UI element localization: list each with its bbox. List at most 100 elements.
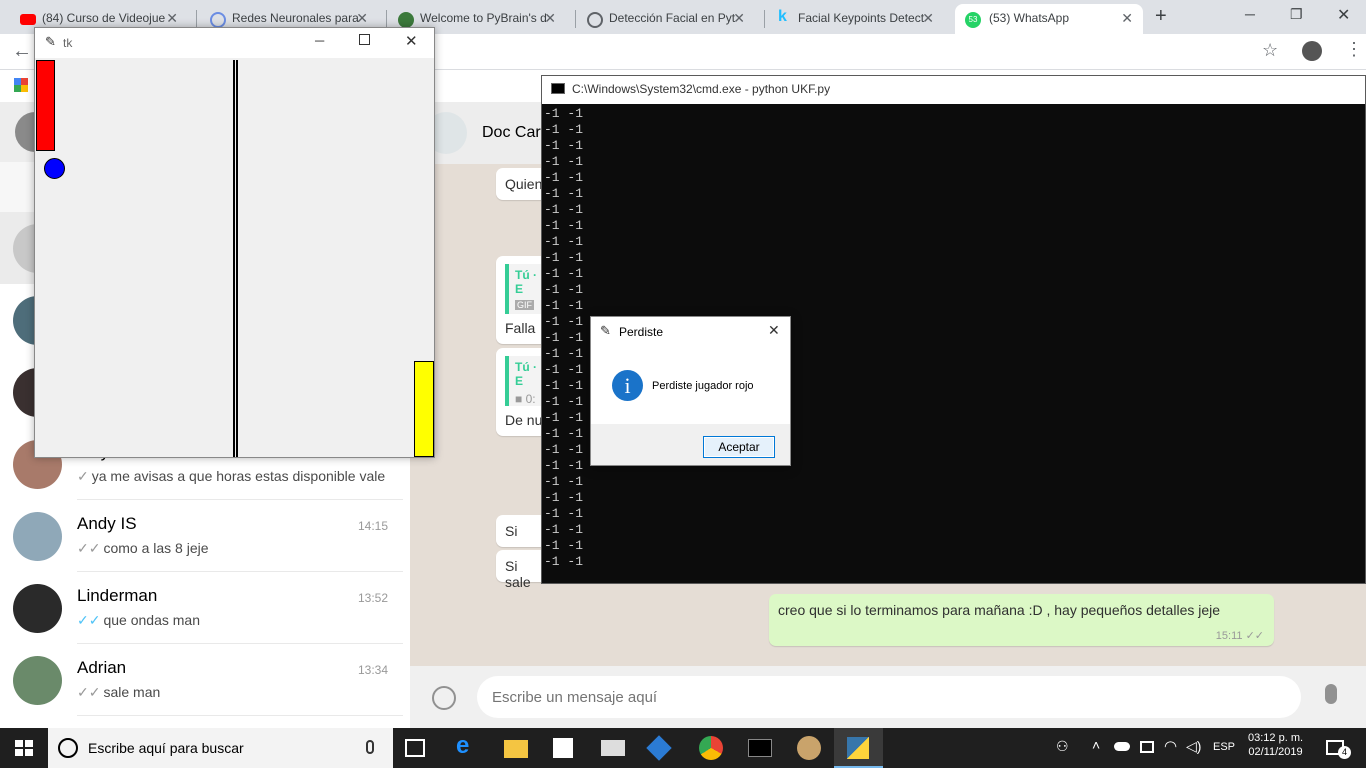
emoji-icon[interactable] [432, 686, 456, 710]
clock[interactable]: 03:12 p. m. 02/11/2019 [1248, 732, 1303, 758]
compose-bar [410, 666, 1366, 728]
console-line: -1 -1 [544, 106, 584, 121]
tab-whatsapp[interactable]: 53 (53) WhatsApp ✕ [955, 4, 1143, 34]
profile-avatar[interactable] [1302, 41, 1322, 61]
avatar [13, 656, 62, 705]
close-icon[interactable]: ✕ [356, 10, 368, 27]
gif-badge: GIF [515, 300, 534, 310]
restore-button[interactable]: ❐ [1290, 6, 1303, 23]
notification-center-icon[interactable]: 4 [1326, 740, 1351, 759]
console-line: -1 -1 [544, 138, 584, 153]
console-line: -1 -1 [544, 250, 584, 265]
avatar [13, 512, 62, 561]
back-arrow-icon[interactable]: ← [12, 40, 32, 63]
cmd-title-bar: C:\Windows\System32\cmd.exe - python UKF… [542, 76, 1365, 104]
close-icon[interactable]: ✕ [544, 10, 556, 27]
close-button[interactable]: ✕ [405, 32, 418, 50]
file-explorer-icon[interactable] [504, 740, 528, 758]
dialog-footer: Aceptar [591, 424, 790, 465]
microphone-icon[interactable] [366, 740, 374, 754]
console-line: -1 -1 [544, 410, 584, 425]
onedrive-icon[interactable] [1114, 742, 1130, 751]
console-line: -1 -1 [544, 234, 584, 249]
console-line: -1 -1 [544, 378, 584, 393]
terminal-icon [551, 83, 565, 94]
window-title: tk [63, 36, 73, 50]
wifi-icon[interactable]: ◠ [1164, 737, 1177, 755]
tab-facial-keypoints[interactable]: k Facial Keypoints Detect ✕ [756, 4, 944, 34]
store-icon[interactable] [553, 738, 573, 758]
people-icon[interactable]: ⚇ [1056, 738, 1069, 755]
console-line: -1 -1 [544, 458, 584, 473]
terminal-icon[interactable] [748, 739, 772, 757]
chat-last-message: ✓✓ como a las 8 jeje [77, 540, 209, 556]
mail-icon[interactable] [601, 740, 625, 756]
taskbar-search[interactable]: Escribe aquí para buscar [48, 728, 393, 768]
console-output: -1 -1 -1 -1 -1 -1 -1 -1 -1 -1 -1 -1 -1 -1 -1 -1… [544, 106, 583, 570]
double-check-icon: ✓✓ [77, 684, 101, 700]
chat-name: Andy IS [77, 514, 137, 533]
language-indicator[interactable]: ESP [1213, 741, 1235, 753]
vscode-icon[interactable] [646, 735, 672, 761]
minimize-button[interactable]: ─ [315, 33, 324, 48]
paint-icon[interactable] [797, 736, 821, 760]
ball [44, 158, 65, 179]
double-check-icon: ✓✓ [77, 540, 101, 556]
feather-icon: ✎ [45, 34, 56, 49]
ok-button[interactable]: Aceptar [703, 436, 775, 458]
menu-dots-icon[interactable]: ⋮ [1345, 39, 1363, 60]
info-icon: i [612, 370, 643, 401]
chrome-icon[interactable] [699, 736, 723, 760]
close-window-button[interactable]: ✕ [1337, 5, 1350, 25]
close-button[interactable]: ✕ [768, 322, 780, 339]
kaggle-icon: k [778, 8, 787, 25]
maximize-button[interactable] [359, 34, 370, 45]
console-line: -1 -1 [544, 170, 584, 185]
console-line: -1 -1 [544, 186, 584, 201]
console-line: -1 -1 [544, 154, 584, 169]
tab-deteccion-facial[interactable]: Detección Facial en Pyt ✕ [567, 4, 755, 34]
tab-title: Detección Facial en Pyt [609, 11, 736, 25]
volume-icon[interactable]: ◁) [1186, 738, 1201, 755]
chevron-up-icon[interactable]: ˄ [1092, 737, 1100, 753]
minimize-button[interactable]: ─ [1245, 6, 1255, 22]
double-check-icon: ✓✓ [1245, 630, 1264, 642]
tab-title: Redes Neuronales para [232, 11, 359, 25]
outgoing-message: creo que si lo terminamos para mañana :D… [769, 594, 1274, 646]
tk-game-window: ✎ tk ─ ✕ [34, 27, 435, 458]
close-icon[interactable]: ✕ [922, 10, 934, 27]
power-icon[interactable] [1140, 741, 1154, 753]
task-view-icon[interactable] [405, 739, 425, 757]
chat-last-message: ✓✓ que ondas man [77, 612, 200, 628]
dialog-message: Perdiste jugador rojo [652, 380, 754, 392]
close-icon[interactable]: ✕ [166, 10, 178, 27]
console-line: -1 -1 [544, 298, 584, 313]
list-item[interactable]: Linderman 13:52 ✓✓ que ondas man [0, 572, 408, 644]
chat-name: Linderman [77, 586, 158, 605]
close-icon[interactable]: ✕ [733, 10, 745, 27]
console-line: -1 -1 [544, 506, 584, 521]
list-item[interactable]: Andy IS 14:15 ✓✓ como a las 8 jeje [0, 500, 408, 572]
center-line [233, 60, 238, 457]
close-icon[interactable]: ✕ [1121, 10, 1133, 27]
chat-time: 13:52 [357, 591, 388, 605]
new-tab-button[interactable]: + [1155, 5, 1167, 28]
console-line: -1 -1 [544, 122, 584, 137]
apps-grid-icon[interactable] [14, 78, 28, 92]
list-item[interactable]: Adrian 13:34 ✓✓ sale man [0, 644, 408, 716]
avatar [13, 584, 62, 633]
star-icon[interactable]: ☆ [1262, 40, 1278, 61]
console-line: -1 -1 [544, 202, 584, 217]
globe-icon [210, 12, 226, 28]
whatsapp-icon: 53 [965, 12, 981, 28]
taskbar: Escribe aquí para buscar e ⚇ ˄ ◠ ◁) ESP … [0, 728, 1366, 768]
microphone-icon[interactable] [1325, 684, 1337, 704]
edge-icon[interactable]: e [456, 732, 480, 759]
dialog-title: Perdiste [619, 325, 664, 339]
console-line: -1 -1 [544, 394, 584, 409]
window-title: C:\Windows\System32\cmd.exe - python UKF… [572, 82, 831, 96]
python-taskbar-button[interactable] [834, 728, 883, 768]
red-paddle [36, 60, 55, 151]
windows-start-icon[interactable] [15, 740, 33, 756]
message-input[interactable] [477, 676, 1301, 718]
